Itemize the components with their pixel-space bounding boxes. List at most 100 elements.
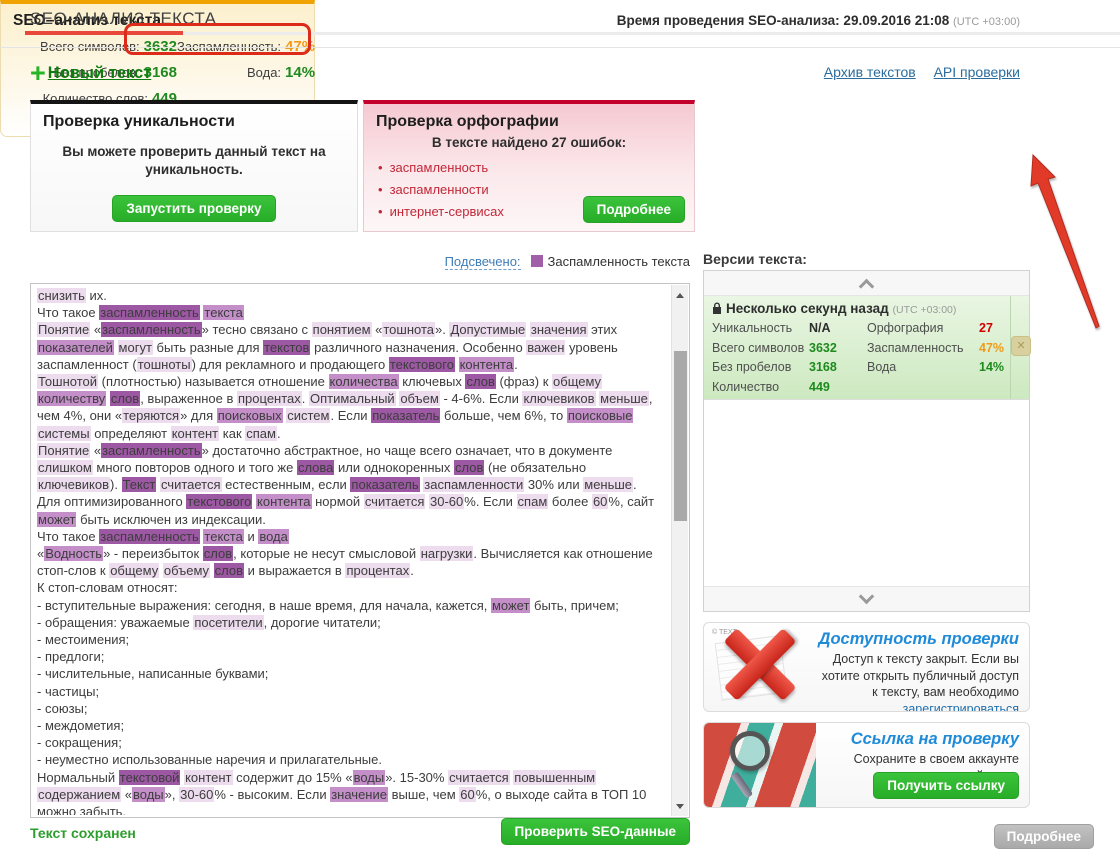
editor-paragraph: - местоимения; xyxy=(37,631,663,648)
title-underline-track xyxy=(183,32,1120,35)
version-close-button[interactable]: ✕ xyxy=(1011,336,1031,356)
scroll-up-arrow-icon[interactable] xyxy=(672,287,688,303)
text-editor[interactable]: снизить их.Что такое заспамленность текс… xyxy=(30,283,690,818)
editor-paragraph: - неуместно использованные наречия и при… xyxy=(37,751,663,768)
highlighted-term: Оптимальный xyxy=(309,391,396,406)
highlighted-term: снизить xyxy=(37,288,86,303)
text-segment: Что такое xyxy=(37,529,99,544)
link-panel: Ссылка на проверку Сохраните в своем акк… xyxy=(703,722,1030,808)
text-segment: и выражается в xyxy=(244,563,345,578)
analysis-time-value: Время проведения SEO-анализа: 29.09.2016… xyxy=(617,13,950,28)
api-link[interactable]: API проверки xyxy=(934,64,1020,80)
text-segment: . xyxy=(514,357,518,372)
highlighted-term: контента xyxy=(256,494,312,509)
highlighted-term: текстов xyxy=(263,340,310,355)
text-segment: « xyxy=(90,443,101,458)
spelling-panel: Проверка орфографии В тексте найдено 27 … xyxy=(363,100,695,232)
legend-color-swatch xyxy=(531,255,543,267)
highlighted-term: Понятие xyxy=(37,443,90,458)
text-segment: быть разные для xyxy=(153,340,263,355)
highlighted-term: считается xyxy=(160,477,222,492)
versions-scroll-up[interactable] xyxy=(704,271,1029,296)
stat-water: Вода:14% xyxy=(177,60,315,86)
highlighted-term: воды xyxy=(353,770,386,785)
archive-link[interactable]: Архив текстов xyxy=(824,64,916,80)
text-segment: » - переизбыток xyxy=(103,546,203,561)
editor-text[interactable]: снизить их.Что такое заспамленность текс… xyxy=(37,287,663,815)
text-segment: . xyxy=(410,563,414,578)
highlighted-toggle-link[interactable]: Подсвечено: xyxy=(445,254,521,270)
stat-water-value: 14% xyxy=(285,64,315,81)
highlighted-term: процентах xyxy=(237,391,302,406)
text-segment: много повторов одного и того же xyxy=(93,460,297,475)
editor-scrollbar[interactable] xyxy=(671,285,688,816)
highlighted-term: ключевиков xyxy=(37,477,110,492)
text-segment: - сокращения; xyxy=(37,735,122,750)
editor-paragraph: - междометия; xyxy=(37,717,663,734)
version-stat-value: 3632 xyxy=(809,339,867,359)
version-entry-main: Несколько секунд назад (UTC +03:00) Уник… xyxy=(704,296,1010,399)
highlighted-term: общему xyxy=(552,374,602,389)
version-tz: (UTC +03:00) xyxy=(892,304,956,316)
text-segment: больше, чем 6%, то xyxy=(440,408,566,423)
versions-scroll-down[interactable] xyxy=(704,586,1029,611)
editor-paragraph: Тошнотой (плотностью) называется отношен… xyxy=(37,373,663,442)
highlighted-term: показателей xyxy=(37,340,114,355)
text-segment: « xyxy=(121,787,132,802)
editor-paragraph: - предлоги; xyxy=(37,648,663,665)
highlighted-term: процентах xyxy=(345,563,410,578)
magnifier-icon xyxy=(730,731,770,771)
spelling-error-item[interactable]: заспамленность xyxy=(378,157,694,179)
text-segment: (не обязательно xyxy=(484,460,586,475)
text-segment: ). xyxy=(110,477,122,492)
highlighted-term: вода xyxy=(258,529,289,544)
text-segment: », xyxy=(165,787,179,802)
highlighted-term: контент xyxy=(171,426,219,441)
highlighted-term: понятием xyxy=(312,322,372,337)
check-seo-data-button[interactable]: Проверить SEO-данные xyxy=(501,818,690,845)
text-segment: , выраженное в xyxy=(140,391,237,406)
link-image xyxy=(704,723,816,807)
seo-analysis-page: SEO-АНАЛИЗ ТЕКСТА Время проведения SEO-а… xyxy=(0,0,1120,856)
highlighted-term: количеству xyxy=(37,391,106,406)
highlighted-term: тошноты xyxy=(137,357,192,372)
version-stat-label: Заспамленность xyxy=(867,339,979,359)
get-link-button[interactable]: Получить ссылку xyxy=(873,772,1019,799)
version-entry[interactable]: Несколько секунд назад (UTC +03:00) Уник… xyxy=(704,296,1029,400)
register-link[interactable]: зарегистрироваться xyxy=(903,702,1019,713)
highlighted-term: слова xyxy=(297,460,334,475)
scrollbar-thumb[interactable] xyxy=(674,351,687,521)
text-segment: 30% или xyxy=(524,477,583,492)
highlighted-term: нагрузки xyxy=(420,546,474,561)
text-segment: нормой xyxy=(312,494,364,509)
run-uniqueness-check-button[interactable]: Запустить проверку xyxy=(112,195,275,222)
text-segment: Что такое xyxy=(37,305,99,320)
highlighted-term: могут xyxy=(118,340,153,355)
text-segment: содержит до 15% « xyxy=(233,770,353,785)
highlighted-term: слов xyxy=(214,563,244,578)
seo-details-button[interactable]: Подробнее xyxy=(994,824,1094,849)
text-segment: ». 15-30% xyxy=(385,770,448,785)
text-segment: определяют xyxy=(91,426,171,441)
spelling-details-button[interactable]: Подробнее xyxy=(583,196,685,223)
text-segment: - числительные, написанные буквами; xyxy=(37,666,268,681)
text-segment: или однокоренных xyxy=(334,460,454,475)
text-segment: « xyxy=(90,322,101,337)
highlighted-term: общему xyxy=(109,563,159,578)
highlighted-term: системы xyxy=(37,426,91,441)
uniqueness-panel-body: Вы можете проверить данный текст на уник… xyxy=(31,133,357,179)
new-text-link[interactable]: +Новый текст xyxy=(30,58,151,89)
highlighted-term: содержанием xyxy=(37,787,121,802)
text-segment: К стоп-словам относят: xyxy=(37,580,178,595)
version-entry-header: Несколько секунд назад (UTC +03:00) xyxy=(712,301,1004,316)
version-stat-label: Уникальность xyxy=(712,319,809,339)
scroll-down-arrow-icon[interactable] xyxy=(672,798,688,814)
versions-empty-area xyxy=(704,400,1029,586)
text-segment: . Если xyxy=(330,408,371,423)
chevron-up-icon xyxy=(858,279,874,295)
text-segment: » тесно связано с xyxy=(202,322,312,337)
highlighted-term: текстового xyxy=(389,357,455,372)
link-panel-title: Ссылка на проверку xyxy=(816,730,1019,749)
version-stat-label: Орфография xyxy=(867,319,979,339)
highlighted-term: считается xyxy=(448,770,510,785)
